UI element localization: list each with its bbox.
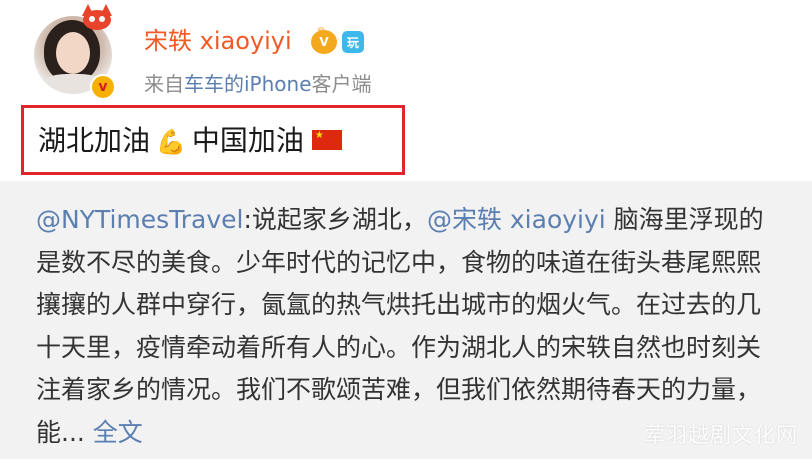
post-text-part1: 湖北加油 <box>38 124 151 157</box>
post-text: 湖北加油 💪 中国加油 ★ <box>38 123 342 160</box>
source-prefix: 来自 <box>144 72 184 96</box>
repost-text: @NYTimesTravel:说起家乡湖北，@宋轶 xiaoyiyi 脑海里浮现… <box>36 199 780 455</box>
post-source: 来自车车的iPhone客户端 <box>144 70 372 98</box>
post-text-part2: 中国加油 <box>191 124 304 157</box>
mention-nytimestravel[interactable]: @NYTimesTravel <box>36 205 244 234</box>
username[interactable]: 宋轶 xiaoyiyi <box>144 26 292 56</box>
mention-songyi[interactable]: @宋轶 xiaoyiyi <box>427 205 606 234</box>
source-device-link[interactable]: 车车的iPhone <box>184 72 312 96</box>
flexed-arm-icon: 💪 <box>156 128 186 156</box>
repost-card[interactable]: @NYTimesTravel:说起家乡湖北，@宋轶 xiaoyiyi 脑海里浮现… <box>0 181 812 459</box>
mascot-icon <box>80 4 114 30</box>
post-header: v 宋轶 xiaoyiyi ♛ V 玩 来自车车的iPhone客户端 <box>0 0 812 112</box>
source-suffix: 客户端 <box>311 72 372 96</box>
china-flag-icon: ★ <box>311 130 342 150</box>
repost-text-2: 脑海里浮现的是数不尽的美食。少年时代的记忆中，食物的味道在街头巷尾熙熙攘攘的人群… <box>36 205 764 447</box>
vip-crown-icon[interactable]: ♛ V <box>311 25 337 54</box>
post-content-highlight: 湖北加油 💪 中国加油 ★ <box>21 105 405 175</box>
repost-text-1: :说起家乡湖北， <box>243 205 427 234</box>
verified-badge-icon: v <box>90 74 116 100</box>
watermark: 荤羽越剧文化网 <box>644 423 798 447</box>
read-more-link[interactable]: 全文 <box>93 418 143 447</box>
level-badge-icon[interactable]: 玩 <box>342 31 364 53</box>
